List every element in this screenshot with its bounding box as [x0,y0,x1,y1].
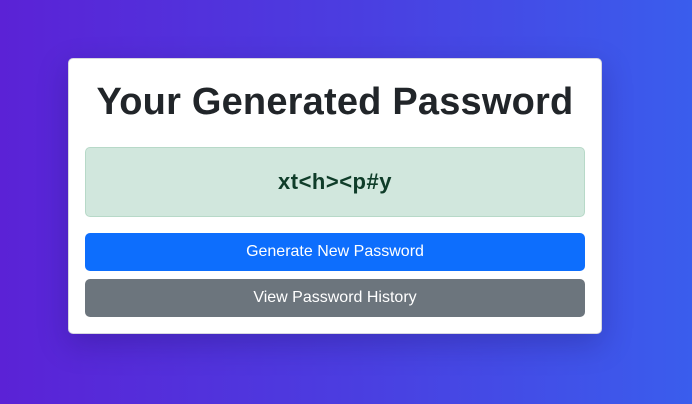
generate-new-password-button[interactable]: Generate New Password [85,233,585,271]
view-password-history-button[interactable]: View Password History [85,279,585,317]
generated-password-text: xt<h><p#y [278,169,392,194]
page-title: Your Generated Password [96,81,574,123]
password-card: Your Generated Password xt<h><p#y Genera… [68,58,602,334]
generated-password-box: xt<h><p#y [85,147,585,217]
